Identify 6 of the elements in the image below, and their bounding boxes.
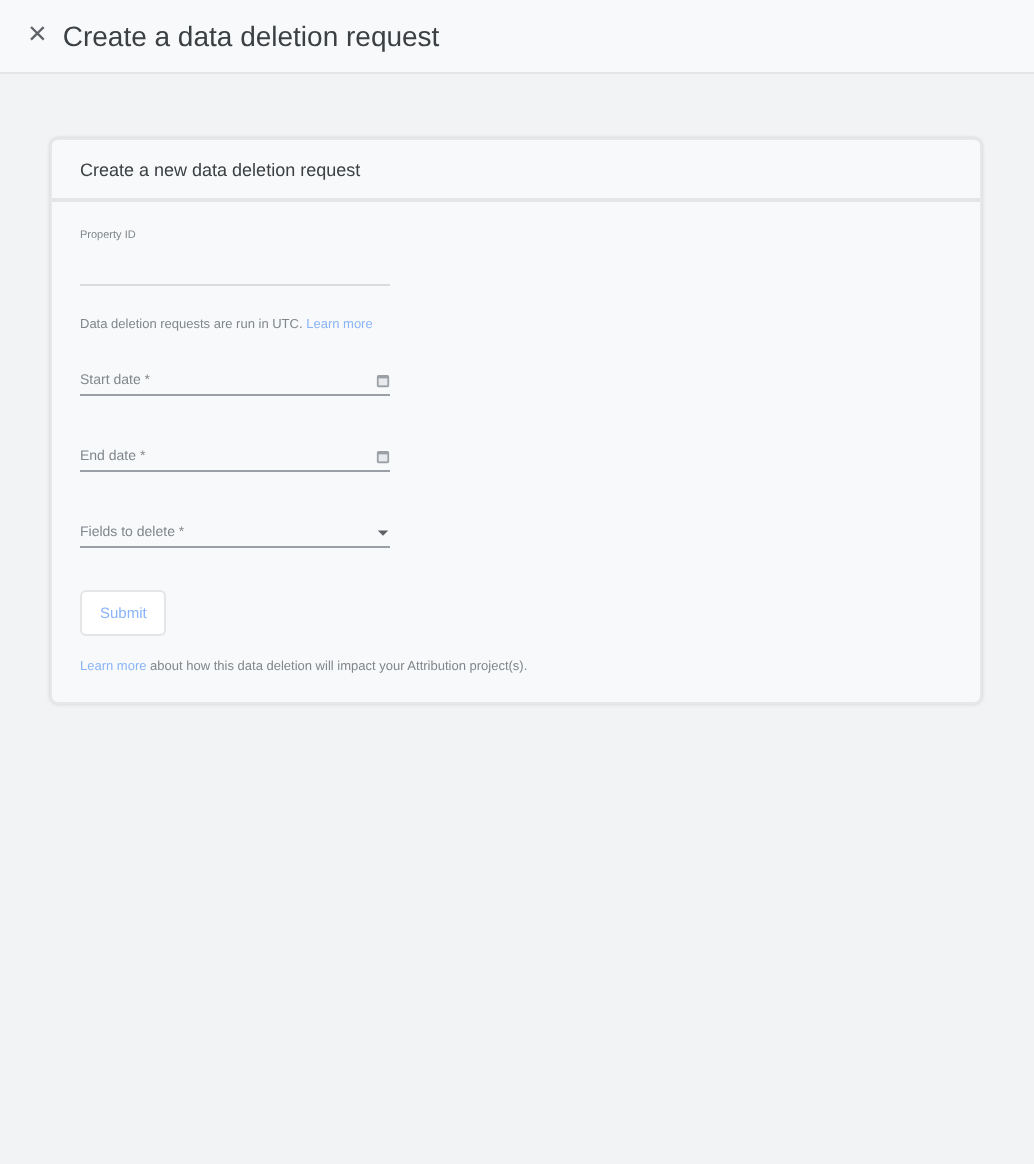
page-title: Create a data deletion request xyxy=(62,20,440,52)
calendar-icon[interactable] xyxy=(376,374,390,388)
calendar-icon[interactable] xyxy=(376,450,390,464)
card-title: Create a new data deletion request xyxy=(52,140,980,202)
close-icon[interactable]: × xyxy=(28,20,47,52)
dropdown-arrow-icon[interactable] xyxy=(376,526,390,540)
